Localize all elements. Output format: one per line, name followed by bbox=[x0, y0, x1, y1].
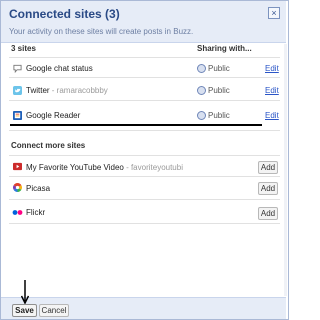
site-name: Google Reader bbox=[26, 111, 81, 120]
globe-icon bbox=[197, 86, 206, 95]
site-name: My Favorite YouTube Video - favoriteyout… bbox=[26, 163, 183, 172]
sharing-with-header: Sharing with... bbox=[197, 44, 252, 53]
google-reader-icon bbox=[13, 111, 22, 120]
divider bbox=[9, 199, 280, 200]
visibility-label: Public bbox=[208, 111, 230, 120]
scrollbar[interactable] bbox=[284, 44, 287, 296]
edit-link[interactable]: Edit bbox=[265, 86, 279, 95]
speech-bubble-icon bbox=[13, 64, 22, 73]
dialog-title: Connected sites (3) bbox=[9, 7, 120, 21]
site-name: Picasa bbox=[26, 184, 51, 193]
globe-icon bbox=[197, 64, 206, 73]
add-button[interactable]: Add bbox=[258, 207, 278, 220]
connect-more-heading: Connect more sites bbox=[11, 141, 86, 150]
add-button[interactable]: Add bbox=[258, 182, 278, 195]
divider bbox=[9, 130, 280, 131]
sites-count-label: 3 sites bbox=[11, 44, 36, 53]
annotation-underline bbox=[10, 124, 262, 126]
dialog-subtitle: Your activity on these sites will create… bbox=[9, 27, 194, 36]
cancel-button[interactable]: Cancel bbox=[39, 304, 69, 317]
add-button[interactable]: Add bbox=[258, 161, 278, 174]
twitter-bird-icon bbox=[13, 86, 22, 95]
youtube-icon bbox=[13, 162, 22, 171]
divider bbox=[9, 77, 280, 78]
visibility-label: Public bbox=[208, 64, 230, 73]
divider bbox=[9, 176, 280, 177]
picasa-icon bbox=[13, 183, 22, 192]
divider bbox=[9, 223, 280, 224]
save-button[interactable]: Save bbox=[12, 304, 37, 317]
edit-link[interactable]: Edit bbox=[265, 64, 279, 73]
divider bbox=[9, 57, 280, 58]
visibility-label: Public bbox=[208, 86, 230, 95]
globe-icon bbox=[197, 111, 206, 120]
close-icon[interactable]: × bbox=[268, 7, 280, 19]
site-name: Flickr bbox=[26, 208, 46, 217]
site-name: Twitter - ramaracobbby bbox=[26, 86, 108, 95]
site-name: Google chat status bbox=[26, 64, 93, 73]
flickr-icon bbox=[12, 210, 23, 215]
divider bbox=[9, 100, 280, 101]
edit-link[interactable]: Edit bbox=[265, 111, 279, 120]
annotation-arrow bbox=[21, 280, 29, 304]
divider bbox=[9, 155, 280, 156]
